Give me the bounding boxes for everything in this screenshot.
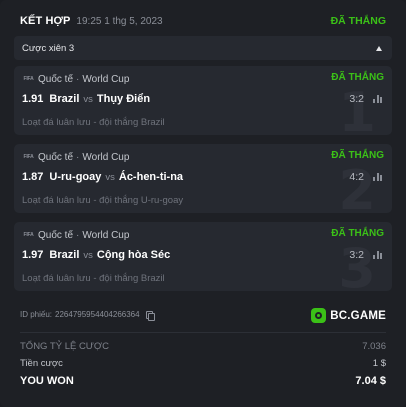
leg-status-badge: ĐÃ THẮNG <box>331 72 384 83</box>
away-team: Ác-hen-ti-na <box>118 171 184 183</box>
won-label: YOU WON <box>20 375 74 387</box>
match-score: 3:2 <box>349 249 364 261</box>
vs-label: vs <box>105 171 115 183</box>
total-odds-label: TỔNG TỶ LỆ CƯỢC <box>20 341 109 352</box>
vs-label: vs <box>83 249 93 261</box>
ticket-id: ID phiếu: 2264795954404266364 <box>20 310 156 321</box>
stake-value: 1 $ <box>372 358 386 369</box>
bet-leg[interactable]: 2 FIFA Quốc tế · World Cup ĐÃ THẮNG 1.87 U… <box>14 144 392 213</box>
vs-label: vs <box>83 93 93 105</box>
leg-market: Loạt đá luân lưu - đội thắng Brazil <box>22 273 165 284</box>
leg-odds: 1.91 <box>22 93 44 105</box>
leg-status-badge: ĐÃ THẮNG <box>331 228 384 239</box>
league-label: Quốc tế · World Cup <box>38 73 130 85</box>
home-team: Brazil <box>49 249 80 261</box>
stake-row: Tiền cược 1 $ <box>20 358 386 369</box>
fifa-icon: FIFA <box>23 231 34 238</box>
bet-ticket: KẾT HỢP 19:25 1 thg 5, 2023 ĐÃ THẮNG Cượ… <box>0 0 406 407</box>
brand-logo: BC.GAME <box>311 308 386 323</box>
leg-meta: FIFA Quốc tế · World Cup <box>22 151 129 163</box>
ticket-id-label: ID phiếu: <box>20 310 53 319</box>
stats-icon[interactable] <box>373 94 382 103</box>
total-odds-value: 7.036 <box>362 341 386 352</box>
parlay-toggle[interactable]: Cược xiên 3 <box>14 36 392 60</box>
chevron-up-icon[interactable] <box>376 45 382 51</box>
stats-icon[interactable] <box>373 250 382 259</box>
fifa-icon: FIFA <box>23 75 34 82</box>
leg-odds: 1.97 <box>22 249 44 261</box>
leg-status-badge: ĐÃ THẮNG <box>331 150 384 161</box>
ticket-id-value: 2264795954404266364 <box>55 310 140 319</box>
leg-meta: FIFA Quốc tế · World Cup <box>22 229 129 241</box>
leg-meta: FIFA Quốc tế · World Cup <box>22 73 129 85</box>
match-score: 3:2 <box>349 93 364 105</box>
bet-leg[interactable]: 1 FIFA Quốc tế · World Cup ĐÃ THẮNG 1.91 B… <box>14 66 392 135</box>
ticket-status-badge: ĐÃ THẮNG <box>330 15 386 27</box>
won-value: 7.04 $ <box>355 375 386 387</box>
ticket-header: KẾT HỢP 19:25 1 thg 5, 2023 ĐÃ THẮNG <box>20 13 386 29</box>
away-team: Cộng hòa Séc <box>96 249 171 261</box>
divider <box>20 332 386 333</box>
leg-market: Loạt đá luân lưu - đội thắng U-ru-goay <box>22 195 184 206</box>
leg-odds: 1.87 <box>22 171 44 183</box>
copy-icon[interactable] <box>145 310 156 321</box>
brand-name: BC.GAME <box>330 309 386 322</box>
bet-type: KẾT HỢP <box>20 15 71 27</box>
match-line: 1.91 Brazil vs Thụy Điển <box>22 92 150 106</box>
match-line: 1.97 Brazil vs Cộng hòa Séc <box>22 248 170 262</box>
match-line: 1.87 U-ru-goay vs Ác-hen-ti-na <box>22 170 183 184</box>
parlay-label: Cược xiên 3 <box>22 42 75 54</box>
away-team: Thụy Điển <box>96 93 151 105</box>
fifa-icon: FIFA <box>23 153 34 160</box>
league-label: Quốc tế · World Cup <box>38 151 130 163</box>
bet-date: 19:25 1 thg 5, 2023 <box>76 15 163 27</box>
match-score: 4:2 <box>349 171 364 183</box>
bet-leg[interactable]: 3 FIFA Quốc tế · World Cup ĐÃ THẮNG 1.97 B… <box>14 222 392 291</box>
leg-market: Loạt đá luân lưu - đội thắng Brazil <box>22 117 165 128</box>
stats-icon[interactable] <box>373 172 382 181</box>
won-row: YOU WON 7.04 $ <box>20 375 386 387</box>
league-label: Quốc tế · World Cup <box>38 229 130 241</box>
bcgame-logo-icon <box>311 308 327 323</box>
total-odds-row: TỔNG TỶ LỆ CƯỢC 7.036 <box>20 341 386 352</box>
stake-label: Tiền cược <box>20 358 63 369</box>
home-team: U-ru-goay <box>49 171 102 183</box>
home-team: Brazil <box>49 93 80 105</box>
